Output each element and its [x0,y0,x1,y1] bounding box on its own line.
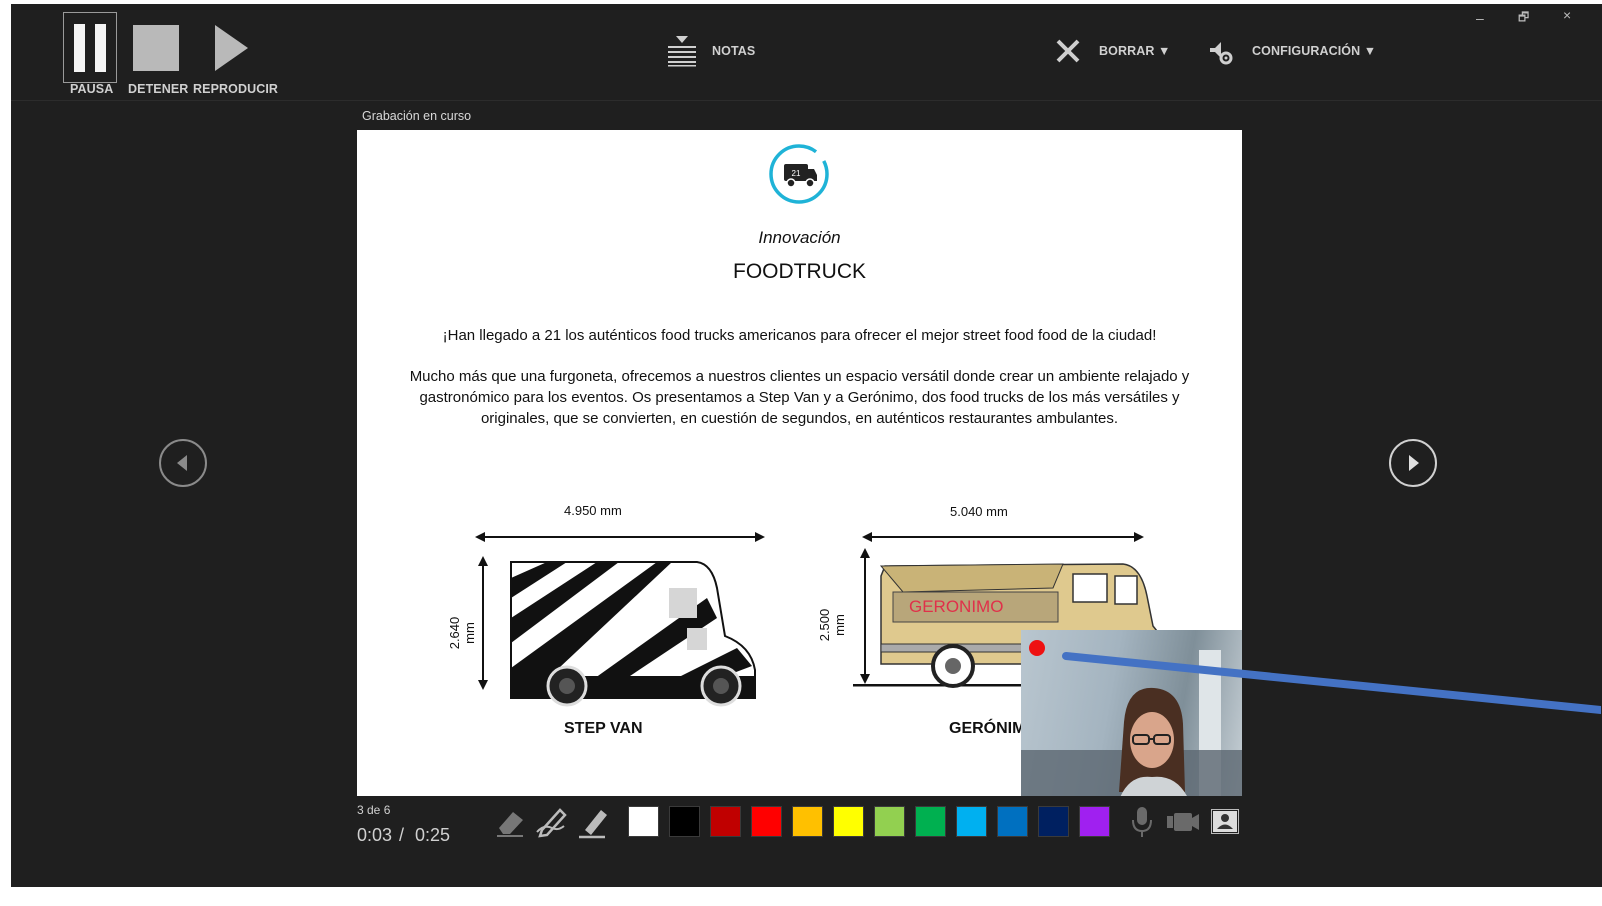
geronimo-brand: GERONIMO [909,597,1003,616]
notes-button[interactable]: NOTAS [661,32,771,70]
toolbar-divider [11,100,1602,101]
notes-icon [668,36,696,67]
eraser-icon[interactable] [493,804,529,840]
color-swatch-blue[interactable] [997,806,1028,837]
camera-preview-toggle[interactable] [1211,809,1239,834]
color-swatch-light-green[interactable] [874,806,905,837]
step-van-name: STEP VAN [564,720,643,737]
settings-button[interactable]: CONFIGURACIÓN ▼ [1205,34,1377,68]
minimize-button[interactable]: – [1476,10,1484,26]
pause-button[interactable] [63,12,117,83]
step-van-brand: STEPVAN [679,653,712,660]
pen-icon[interactable] [534,804,570,840]
microphone-icon[interactable] [1127,804,1157,840]
stop-label: DETENER [128,82,189,96]
geronimo-height-label: 2.500 mm [817,608,847,642]
color-swatch-orange[interactable] [792,806,823,837]
pause-icon-bar2 [95,24,106,72]
step-van-height-label: 2.640 mm [447,616,477,650]
play-label: REPRODUCIR [193,82,279,96]
settings-label: CONFIGURACIÓN ▼ [1252,44,1377,58]
total-time: 0:25 [415,825,451,845]
next-slide-icon [1409,455,1419,471]
geronimo-width-label: 5.040 mm [950,504,1008,519]
restore-button[interactable]: 🗗 [1518,8,1529,29]
recording-window: PAUSA DETENER REPRODUCIR NOTAS BORRAR ▼ [11,4,1602,887]
color-swatch-light-blue[interactable] [956,806,987,837]
time-separator: / [399,825,405,845]
slide-paragraph-2-line3: originales, que se convierten, en cuesti… [480,410,1119,427]
slide-paragraph-2-line1: Mucho más que una furgoneta, ofrecemos a… [409,368,1190,385]
elapsed-time: 0:03 [357,825,393,845]
highlighter-icon[interactable] [575,804,611,840]
erase-icon [1056,39,1080,63]
pause-label: PAUSA [70,82,114,96]
previous-slide-button[interactable] [159,439,207,487]
color-swatch-black[interactable] [669,806,700,837]
slide-title: FOODTRUCK [733,260,866,283]
next-slide-button[interactable] [1389,439,1437,487]
step-van-image: STEPVAN [510,561,756,707]
slide-paragraph-1: ¡Han llegado a 21 los auténticos food tr… [442,327,1157,344]
stop-icon [133,25,179,71]
slide-subtitle: Innovación [758,228,841,247]
pointer-line [1062,652,1601,714]
erase-button[interactable]: BORRAR ▼ [1051,34,1171,68]
close-button[interactable]: × [1563,7,1571,23]
color-swatch-red[interactable] [751,806,782,837]
color-swatch-dark-red[interactable] [710,806,741,837]
color-swatch-yellow[interactable] [833,806,864,837]
settings-icon [1210,42,1233,65]
camera-icon[interactable] [1165,804,1201,840]
erase-label: BORRAR ▼ [1099,44,1171,58]
prev-slide-icon [177,455,187,471]
camera-preview-icon [1213,811,1237,832]
color-swatch-white[interactable] [628,806,659,837]
color-swatch-dark-blue[interactable] [1038,806,1069,837]
step-van-width-label: 4.950 mm [564,503,622,518]
logo-text: 21 [792,169,801,178]
pause-icon [74,24,85,72]
color-swatch-green[interactable] [915,806,946,837]
color-swatch-purple[interactable] [1079,806,1110,837]
play-icon [215,25,248,71]
notes-label: NOTAS [712,44,756,58]
geronimo-width-arrow [862,532,1144,542]
recording-status: Grabación en curso [362,109,472,123]
step-van-width-arrow [475,532,765,542]
slide-counter: 3 de 6 [357,803,391,817]
geronimo-height-arrow [860,548,870,684]
slide-paragraph-2-line2: gastronómico para los eventos. Os presen… [419,389,1180,406]
foodtruck-logo: 21 [769,144,829,204]
recording-indicator-icon [1029,640,1045,656]
step-van-height-arrow [478,556,488,690]
